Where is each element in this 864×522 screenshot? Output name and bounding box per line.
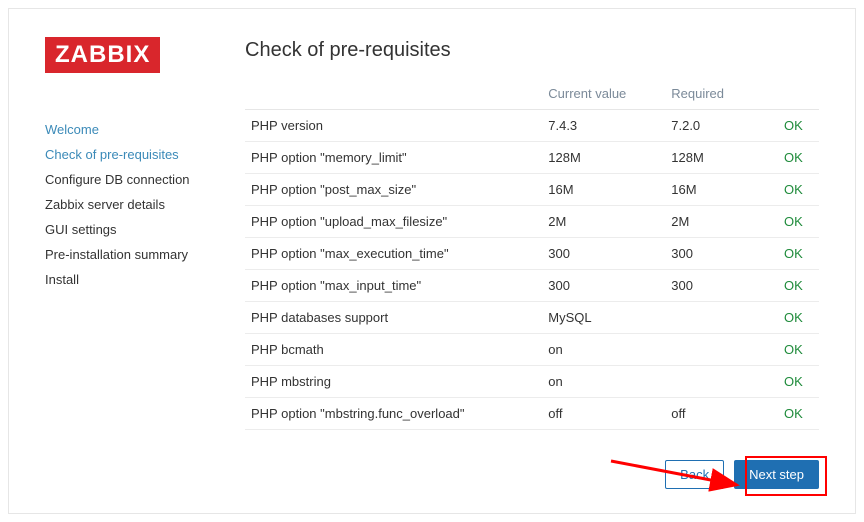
table-row: PHP bcmathon OK [245,334,819,366]
cell-status: OK [778,238,819,270]
page-title: Check of pre-requisites [245,39,819,62]
wizard-step-6[interactable]: Install [45,267,245,292]
wizard-step-5[interactable]: Pre-installation summary [45,242,245,267]
cell-name: PHP version [245,110,542,142]
cell-status: OK [778,110,819,142]
cell-required: 300 [665,270,778,302]
cell-status: OK [778,174,819,206]
table-row: PHP option "upload_max_filesize"2M2MOK [245,206,819,238]
left-column: ZABBIX Welcome Check of pre-requisites Con… [45,37,245,442]
cell-current: 2M [542,206,665,238]
wizard-footer: Back Next step [45,442,819,489]
wizard-step-label: Configure DB connection [45,172,190,187]
prereq-table-scroll[interactable]: Current value Required PHP version7.4.37… [245,78,819,442]
wizard-step-0[interactable]: Welcome [45,117,245,142]
table-row: PHP option "max_input_time"300300OK [245,270,819,302]
cell-name: PHP databases support [245,302,542,334]
cell-current: 128M [542,142,665,174]
cell-status: OK [778,270,819,302]
cell-name: PHP bcmath [245,334,542,366]
back-button[interactable]: Back [665,460,724,489]
cell-required: off [665,398,778,430]
wizard-step-2[interactable]: Configure DB connection [45,167,245,192]
cell-status: OK [778,366,819,398]
wizard-step-label: Check of pre-requisites [45,147,179,162]
table-row: PHP option "max_execution_time"300300OK [245,238,819,270]
col-header-status [778,78,819,110]
wizard-step-label: GUI settings [45,222,117,237]
next-step-button[interactable]: Next step [734,460,819,489]
cell-status: OK [778,142,819,174]
cell-name: PHP option "max_input_time" [245,270,542,302]
right-column: Check of pre-requisites Current value Re… [245,37,819,442]
cell-required: 2M [665,206,778,238]
wizard-steps-list: Welcome Check of pre-requisites Configure … [45,117,245,292]
cell-status: OK [778,206,819,238]
cell-current: 7.4.3 [542,110,665,142]
cell-current: on [542,366,665,398]
cell-current: MySQL [542,302,665,334]
wizard-step-label: Pre-installation summary [45,247,188,262]
cell-status: OK [778,334,819,366]
cell-name: PHP mbstring [245,366,542,398]
setup-wizard-frame: ZABBIX Welcome Check of pre-requisites Con… [8,8,856,514]
wizard-step-1[interactable]: Check of pre-requisites [45,142,245,167]
cell-required: 128M [665,142,778,174]
cell-required: 7.2.0 [665,110,778,142]
cell-current: 300 [542,270,665,302]
cell-name: PHP option "mbstring.func_overload" [245,398,542,430]
cell-status: OK [778,398,819,430]
cell-current: 16M [542,174,665,206]
wizard-step-label: Install [45,272,79,287]
col-header-name [245,78,542,110]
wizard-step-4[interactable]: GUI settings [45,217,245,242]
table-row: PHP version7.4.37.2.0OK [245,110,819,142]
cell-required [665,334,778,366]
table-row: PHP option "post_max_size"16M16MOK [245,174,819,206]
table-row: PHP option "memory_limit"128M128MOK [245,142,819,174]
cell-name: PHP option "max_execution_time" [245,238,542,270]
cell-name: PHP option "memory_limit" [245,142,542,174]
table-row: PHP databases supportMySQL OK [245,302,819,334]
prereq-table: Current value Required PHP version7.4.37… [245,78,819,430]
table-row: PHP option "mbstring.func_overload"offof… [245,398,819,430]
wizard-step-label: Zabbix server details [45,197,165,212]
cell-name: PHP option "upload_max_filesize" [245,206,542,238]
cell-current: 300 [542,238,665,270]
prereq-table-body: PHP version7.4.37.2.0OKPHP option "memor… [245,110,819,430]
cell-status: OK [778,302,819,334]
wizard-step-label: Welcome [45,122,99,137]
cell-name: PHP option "post_max_size" [245,174,542,206]
col-header-required: Required [665,78,778,110]
wizard-body: ZABBIX Welcome Check of pre-requisites Con… [45,37,819,442]
brand-logo: ZABBIX [45,37,160,73]
cell-required [665,302,778,334]
cell-current: off [542,398,665,430]
wizard-step-3[interactable]: Zabbix server details [45,192,245,217]
table-row: PHP mbstringon OK [245,366,819,398]
cell-current: on [542,334,665,366]
cell-required: 16M [665,174,778,206]
wizard-steps-nav: Welcome Check of pre-requisites Configure … [45,117,245,292]
cell-required [665,366,778,398]
col-header-current: Current value [542,78,665,110]
cell-required: 300 [665,238,778,270]
